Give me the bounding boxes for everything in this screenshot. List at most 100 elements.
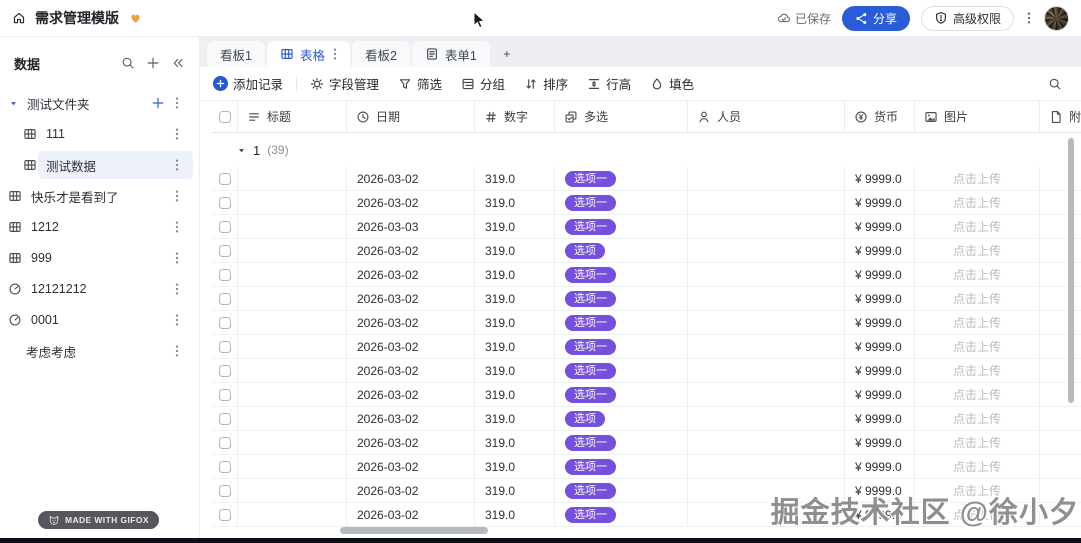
group-button[interactable]: 分组	[461, 74, 505, 93]
cell-person[interactable]	[688, 407, 845, 430]
column-header-日期[interactable]: 日期	[347, 101, 475, 132]
add-in-folder-icon[interactable]	[151, 96, 165, 110]
cell-currency[interactable]: ¥ 9999.0	[845, 191, 915, 214]
cell-person[interactable]	[688, 191, 845, 214]
cell-multiselect[interactable]: 选项一	[555, 263, 688, 286]
cell-currency[interactable]: ¥ 9999.0	[845, 455, 915, 478]
upload-placeholder[interactable]: 点击上传	[925, 314, 1029, 331]
cell-multiselect[interactable]: 选项一	[555, 455, 688, 478]
cell-attachment[interactable]	[1040, 263, 1081, 286]
sidebar-item-测试文件夹[interactable]: 测试文件夹	[0, 88, 199, 118]
row-checkbox[interactable]	[212, 167, 238, 190]
cell-date[interactable]: 2026-03-02	[347, 407, 475, 430]
row-checkbox[interactable]	[212, 263, 238, 286]
table-row[interactable]: 2026-03-02 319.0 选项一 ¥ 9999.0 点击上传	[212, 479, 1081, 503]
upload-placeholder[interactable]: 点击上传	[925, 218, 1029, 235]
more-menu-icon[interactable]	[1025, 11, 1033, 25]
cell-person[interactable]	[688, 215, 845, 238]
group-collapse-icon[interactable]	[237, 146, 246, 155]
cell-image[interactable]: 点击上传	[915, 431, 1040, 454]
cell-date[interactable]: 2026-03-02	[347, 359, 475, 382]
cell-currency[interactable]: ¥ 9999.0	[845, 215, 915, 238]
column-header-图片[interactable]: 图片	[915, 101, 1040, 132]
table-row[interactable]: 2026-03-02 319.0 选项一 ¥ 9999.0 点击上传	[212, 191, 1081, 215]
cell-currency[interactable]: ¥ 9999.0	[845, 335, 915, 358]
cell-attachment[interactable]	[1040, 431, 1081, 454]
column-header-数字[interactable]: 数字	[475, 101, 555, 132]
cell-currency[interactable]: ¥ 9999.0	[845, 383, 915, 406]
row-checkbox[interactable]	[212, 311, 238, 334]
advanced-permissions-button[interactable]: 高级权限	[920, 5, 1014, 31]
table-row[interactable]: 2026-03-02 319.0 选项 ¥ 9999.0 点击上传	[212, 407, 1081, 431]
cell-multiselect[interactable]: 选项一	[555, 383, 688, 406]
cell-number[interactable]: 319.0	[475, 431, 555, 454]
cell-title[interactable]	[238, 215, 347, 238]
upload-placeholder[interactable]: 点击上传	[925, 338, 1029, 355]
row-height-button[interactable]: 行高	[587, 74, 631, 93]
cell-person[interactable]	[688, 335, 845, 358]
cell-multiselect[interactable]: 选项	[555, 239, 688, 262]
cell-currency[interactable]: ¥ 9999.0	[845, 431, 915, 454]
cell-attachment[interactable]	[1040, 479, 1081, 502]
cell-currency[interactable]: ¥ 9999.0	[845, 287, 915, 310]
cell-number[interactable]: 319.0	[475, 407, 555, 430]
row-checkbox[interactable]	[212, 359, 238, 382]
item-more-menu-icon[interactable]	[175, 220, 179, 234]
item-more-menu-icon[interactable]	[175, 313, 179, 327]
cell-image[interactable]: 点击上传	[915, 191, 1040, 214]
column-header-人员[interactable]: 人员	[688, 101, 845, 132]
upload-placeholder[interactable]: 点击上传	[925, 362, 1029, 379]
upload-placeholder[interactable]: 点击上传	[925, 482, 1029, 499]
option-tag[interactable]: 选项一	[565, 194, 616, 211]
cell-title[interactable]	[238, 407, 347, 430]
cell-person[interactable]	[688, 455, 845, 478]
cell-image[interactable]: 点击上传	[915, 335, 1040, 358]
cell-attachment[interactable]	[1040, 503, 1081, 526]
tab-menu-icon[interactable]	[333, 47, 337, 61]
cell-date[interactable]: 2026-03-02	[347, 167, 475, 190]
table-row[interactable]: 2026-03-02 319.0 选项 ¥ 9999.0 点击上传	[212, 239, 1081, 263]
add-record-button[interactable]: 添加记录	[213, 74, 283, 93]
table-row[interactable]: 2026-03-02 319.0 选项一 ¥ 9999.0 点击上传	[212, 335, 1081, 359]
plus-icon[interactable]	[146, 56, 160, 70]
cell-date[interactable]: 2026-03-02	[347, 239, 475, 262]
item-more-menu-icon[interactable]	[175, 282, 179, 296]
cell-attachment[interactable]	[1040, 335, 1081, 358]
cell-person[interactable]	[688, 311, 845, 334]
tab-看板2[interactable]: 看板2	[351, 41, 410, 67]
cell-date[interactable]: 2026-03-02	[347, 479, 475, 502]
cell-attachment[interactable]	[1040, 215, 1081, 238]
cell-currency[interactable]: ¥ 9999.0	[845, 311, 915, 334]
table-row[interactable]: 2026-03-02 319.0 选项一 ¥ 9999.0 点击上传	[212, 503, 1081, 527]
item-more-menu-icon[interactable]	[175, 189, 179, 203]
option-tag[interactable]: 选项一	[565, 290, 616, 307]
upload-placeholder[interactable]: 点击上传	[925, 386, 1029, 403]
cell-date[interactable]: 2026-03-03	[347, 215, 475, 238]
fill-color-button[interactable]: 填色	[650, 74, 694, 93]
cell-number[interactable]: 319.0	[475, 215, 555, 238]
avatar[interactable]	[1044, 5, 1069, 31]
column-header-货币[interactable]: 货币	[845, 101, 915, 132]
cell-attachment[interactable]	[1040, 311, 1081, 334]
upload-placeholder[interactable]: 点击上传	[925, 434, 1029, 451]
cell-title[interactable]	[238, 455, 347, 478]
cell-date[interactable]: 2026-03-02	[347, 503, 475, 526]
upload-placeholder[interactable]: 点击上传	[925, 290, 1029, 307]
cell-currency[interactable]: ¥ 9999.0	[845, 167, 915, 190]
cell-currency[interactable]: ¥ 9999.0	[845, 407, 915, 430]
cell-image[interactable]: 点击上传	[915, 287, 1040, 310]
upload-placeholder[interactable]: 点击上传	[925, 266, 1029, 283]
sort-button[interactable]: 排序	[524, 74, 568, 93]
item-more-menu-icon[interactable]	[175, 127, 179, 141]
item-more-menu-icon[interactable]	[175, 251, 179, 265]
cell-number[interactable]: 319.0	[475, 239, 555, 262]
cell-multiselect[interactable]: 选项一	[555, 359, 688, 382]
cell-number[interactable]: 319.0	[475, 263, 555, 286]
table-row[interactable]: 2026-03-02 319.0 选项一 ¥ 9999.0 点击上传	[212, 431, 1081, 455]
sidebar-item-111[interactable]: 111	[0, 119, 199, 149]
cell-number[interactable]: 319.0	[475, 191, 555, 214]
cell-number[interactable]: 319.0	[475, 335, 555, 358]
row-checkbox[interactable]	[212, 431, 238, 454]
collapse-sidebar-icon[interactable]	[171, 56, 185, 70]
column-header-多选[interactable]: 多选	[555, 101, 688, 132]
